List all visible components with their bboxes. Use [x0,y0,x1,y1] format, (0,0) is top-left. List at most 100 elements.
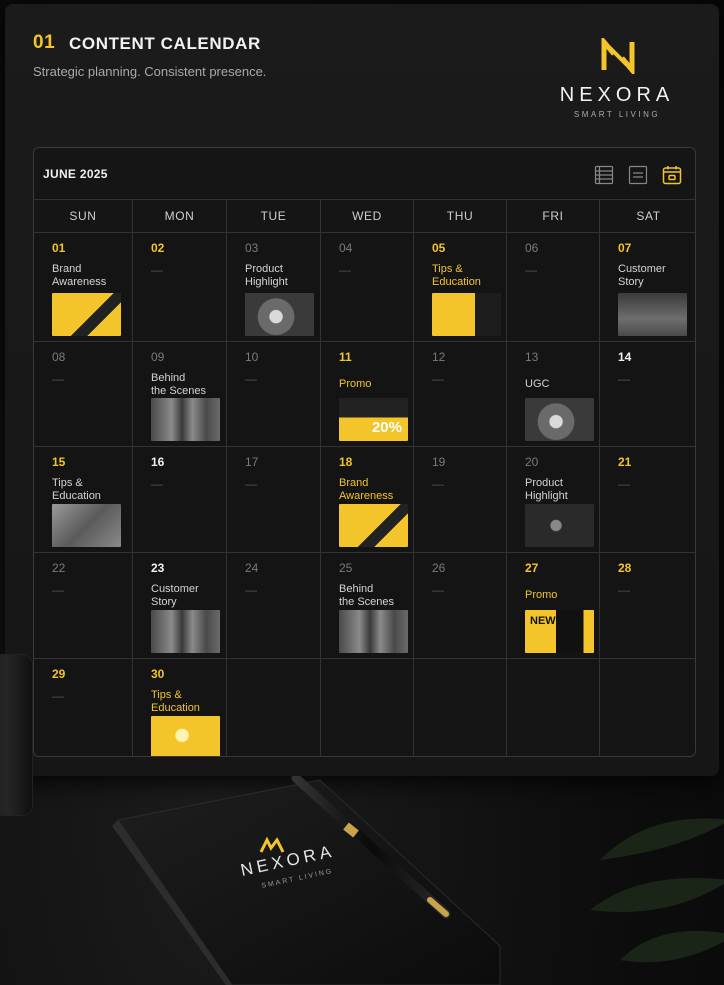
calendar-day-07[interactable]: 07 Customer Story [600,233,695,342]
weekday-mon: MON [133,200,227,233]
day-number: 17 [245,455,259,469]
post-thumbnail[interactable] [339,504,408,547]
post-thumbnail[interactable] [245,293,314,336]
day-number: 28 [618,561,632,575]
calendar-day-03[interactable]: 03 Product Highlight [227,233,321,342]
calendar-day-14[interactable]: 14 — [600,342,695,447]
post-thumbnail[interactable] [525,398,594,441]
empty-day-dash: — [52,372,64,386]
calendar-day-23[interactable]: 23 Customer Story [133,553,227,659]
weekday-sat: SAT [636,209,661,223]
empty-day-dash: — [151,477,163,491]
content-calendar-panel: 01 CONTENT CALENDAR Strategic planning. … [5,4,719,776]
calendar-empty-cell[interactable] [227,659,321,756]
day-number: 14 [618,350,632,364]
day-number: 02 [151,241,165,255]
calendar-day-12[interactable]: 12 — [414,342,507,447]
calendar-day-10[interactable]: 10 — [227,342,321,447]
empty-day-dash: — [432,583,444,597]
day-number: 22 [52,561,66,575]
calendar-header: JUNE 2025 [34,148,695,200]
weekday-thu: THU [414,200,507,233]
page-title: CONTENT CALENDAR [69,34,261,53]
calendar-day-20[interactable]: 20 Product Highlight [507,447,600,553]
day-number: 18 [339,455,353,469]
day-number: 30 [151,667,165,681]
post-thumbnail[interactable]: NEW [525,610,594,653]
calendar-day-18[interactable]: 18 Brand Awareness [321,447,414,553]
calendar-day-13[interactable]: 13 UGC [507,342,600,447]
day-number: 04 [339,241,353,255]
calendar-empty-cell[interactable] [507,659,600,756]
day-number: 26 [432,561,446,575]
calendar-day-21[interactable]: 21 — [600,447,695,553]
post-type-label: Product Highlight [245,263,288,288]
calendar-empty-cell[interactable] [321,659,414,756]
post-thumbnail[interactable] [151,610,220,653]
calendar-day-19[interactable]: 19 — [414,447,507,553]
calendar-day-11[interactable]: 11 Promo 20% [321,342,414,447]
calendar-day-09[interactable]: 09 Behind the Scenes [133,342,227,447]
post-type-label: Behind the Scenes [339,583,395,608]
thumbnail-caption: NEW [530,615,556,627]
post-thumbnail[interactable]: 20% [339,398,408,441]
weekday-wed: WED [321,200,414,233]
calendar-day-02[interactable]: 02 — [133,233,227,342]
calendar-day-05[interactable]: 05 Tips & Education [414,233,507,342]
calendar-day-25[interactable]: 25 Behind the Scenes [321,553,414,659]
post-thumbnail[interactable] [432,293,501,336]
post-thumbnail[interactable] [151,716,220,756]
calendar-day-28[interactable]: 28 — [600,553,695,659]
calendar-view-icon[interactable] [662,165,682,185]
empty-day-dash: — [151,263,163,277]
calendar-day-16[interactable]: 16 — [133,447,227,553]
empty-day-dash: — [432,477,444,491]
calendar-day-22[interactable]: 22 — [34,553,133,659]
calendar-day-27[interactable]: 27 Promo NEW [507,553,600,659]
calendar-day-08[interactable]: 08 — [34,342,133,447]
nexora-logo-icon [601,38,635,74]
post-thumbnail[interactable] [151,398,220,441]
day-number: 24 [245,561,259,575]
day-number: 10 [245,350,259,364]
day-number: 13 [525,350,539,364]
post-thumbnail[interactable] [52,293,121,336]
empty-day-dash: — [245,583,257,597]
calendar-day-24[interactable]: 24 — [227,553,321,659]
post-thumbnail[interactable] [52,504,121,547]
day-number: 09 [151,350,165,364]
post-type-label: Brand Awareness [339,477,394,502]
post-thumbnail[interactable] [618,293,687,336]
day-number: 16 [151,455,165,469]
empty-day-dash: — [618,372,630,386]
calendar-empty-cell[interactable] [600,659,695,756]
calendar-day-17[interactable]: 17 — [227,447,321,553]
day-number: 11 [339,350,352,364]
post-type-label: Tips & Education [151,689,200,714]
section-number: 01 [33,32,56,53]
calendar-day-15[interactable]: 15 Tips & Education [34,447,133,553]
calendar-day-30[interactable]: 30 Tips & Education [133,659,227,756]
empty-day-dash: — [52,689,64,703]
day-number: 20 [525,455,539,469]
day-number: 03 [245,241,259,255]
calendar-day-06[interactable]: 06 — [507,233,600,342]
brand-tagline: SMART LIVING [573,110,661,119]
calendar-day-26[interactable]: 26 — [414,553,507,659]
plant-leaves [590,818,724,963]
post-type-label: UGC [525,378,550,390]
empty-day-dash: — [618,583,630,597]
weekday-sun: SUN [34,200,133,233]
post-type-label: Customer Story [151,583,199,608]
empty-day-dash: — [618,477,630,491]
calendar-day-04[interactable]: 04 — [321,233,414,342]
list-view-icon[interactable] [594,165,614,185]
empty-day-dash: — [245,477,257,491]
calendar-day-01[interactable]: 01 Brand Awareness [34,233,133,342]
agenda-view-icon[interactable] [628,165,648,185]
post-thumbnail[interactable] [525,504,594,547]
calendar-day-29[interactable]: 29 — [34,659,133,756]
post-type-label: Promo [339,378,372,390]
post-thumbnail[interactable] [339,610,408,653]
calendar-empty-cell[interactable] [414,659,507,756]
